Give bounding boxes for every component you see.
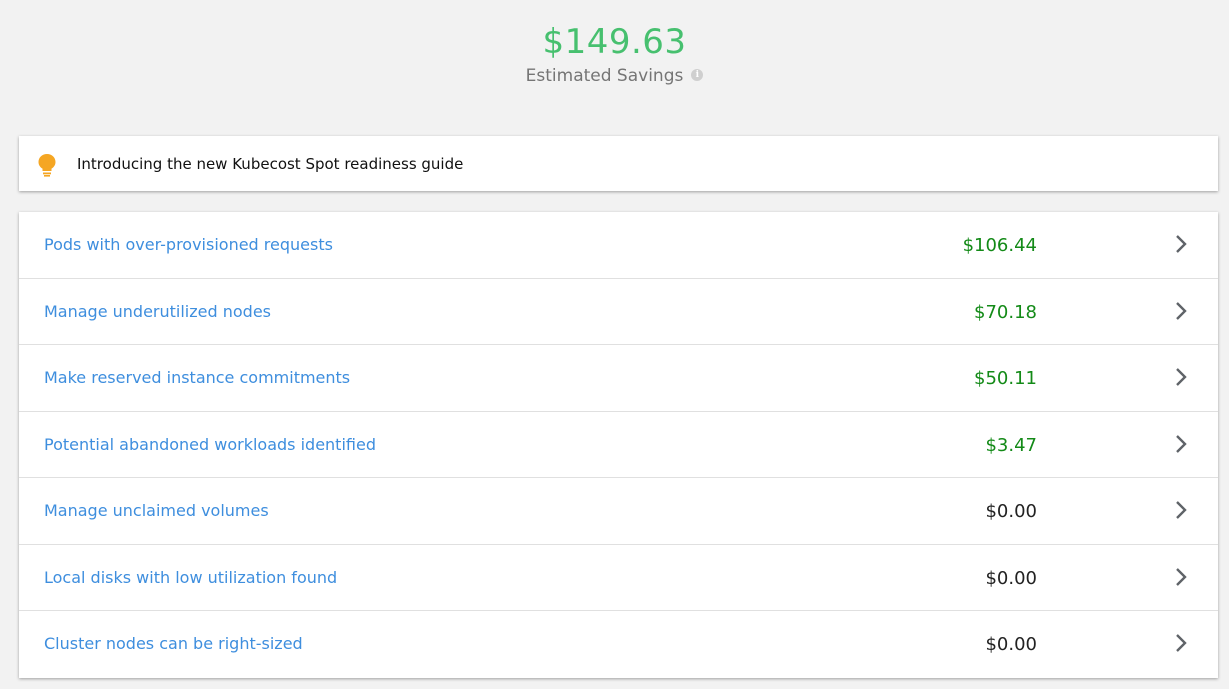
savings-row-value: $106.44: [962, 235, 1037, 256]
savings-row-label[interactable]: Manage unclaimed volumes: [44, 500, 269, 522]
savings-row[interactable]: Manage underutilized nodes $70.18: [19, 279, 1218, 346]
savings-row-label[interactable]: Pods with over-provisioned requests: [44, 234, 333, 256]
chevron-right-icon[interactable]: [1173, 631, 1189, 655]
savings-row-value: $70.18: [974, 301, 1037, 323]
info-icon[interactable]: i: [691, 69, 704, 81]
estimated-savings-label: Estimated Savings: [525, 66, 684, 86]
chevron-right-icon[interactable]: [1173, 565, 1189, 589]
savings-row-label[interactable]: Cluster nodes can be right-sized: [44, 633, 303, 655]
savings-row[interactable]: Manage unclaimed volumes $0.00: [19, 478, 1218, 545]
spot-readiness-banner[interactable]: Introducing the new Kubecost Spot readin…: [19, 136, 1218, 191]
chevron-right-icon[interactable]: [1173, 232, 1189, 256]
chevron-right-icon[interactable]: [1173, 498, 1189, 522]
savings-row-value: $50.11: [974, 368, 1037, 390]
savings-row-label[interactable]: Local disks with low utilization found: [44, 567, 337, 589]
savings-row[interactable]: Potential abandoned workloads identified…: [19, 412, 1218, 479]
chevron-right-icon[interactable]: [1173, 432, 1189, 456]
savings-row[interactable]: Make reserved instance commitments $50.1…: [19, 345, 1218, 412]
banner-text: Introducing the new Kubecost Spot readin…: [77, 155, 464, 173]
savings-row-value: $0.00: [985, 567, 1037, 589]
savings-row-value: $0.00: [985, 634, 1037, 656]
chevron-right-icon[interactable]: [1173, 365, 1189, 389]
savings-list: Pods with over-provisioned requests $106…: [19, 212, 1218, 678]
savings-subtitle: Estimated Savings i: [0, 64, 1229, 88]
savings-row-value: $3.47: [985, 434, 1037, 456]
chevron-right-icon[interactable]: [1173, 299, 1189, 323]
savings-row-value: $0.00: [985, 501, 1037, 523]
savings-row-label[interactable]: Manage underutilized nodes: [44, 301, 271, 323]
total-savings-amount: $149.63: [542, 22, 687, 62]
savings-row-label[interactable]: Make reserved instance commitments: [44, 367, 350, 389]
savings-row[interactable]: Pods with over-provisioned requests $106…: [19, 212, 1218, 279]
savings-row[interactable]: Cluster nodes can be right-sized $0.00: [19, 611, 1218, 678]
savings-row-label[interactable]: Potential abandoned workloads identified: [44, 434, 376, 456]
lightbulb-icon: [38, 154, 56, 177]
savings-row[interactable]: Local disks with low utilization found $…: [19, 545, 1218, 612]
